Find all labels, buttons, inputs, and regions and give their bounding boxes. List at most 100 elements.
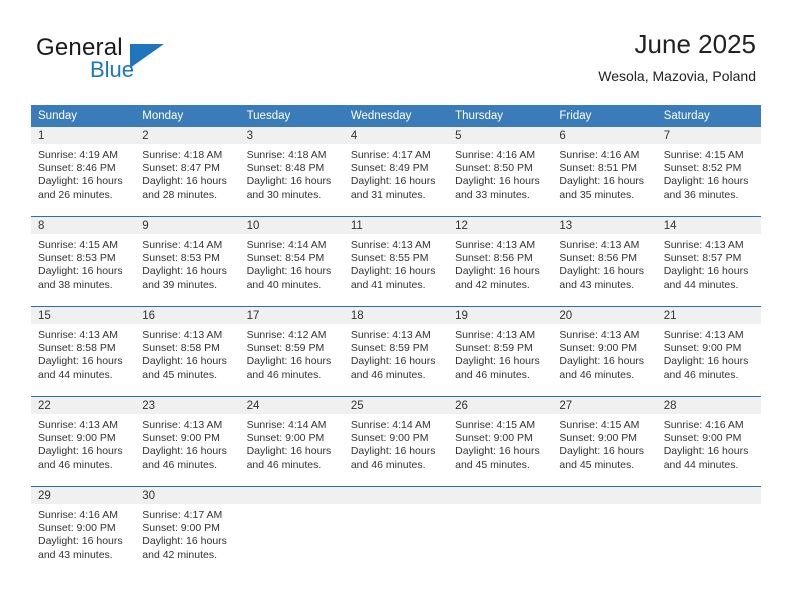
calendar-day-cell[interactable]: 11 Sunrise: 4:13 AM Sunset: 8:55 PM Dayligh…	[343, 216, 449, 307]
calendar-day-cell[interactable]: 3 Sunrise: 4:18 AM Sunset: 8:48 PM Daylight…	[239, 127, 344, 217]
calendar-day-cell[interactable]: 19 Sunrise: 4:13 AM Sunset: 8:59 PM Dayligh…	[448, 306, 553, 397]
day-sun-info: Sunrise: 4:14 AM Sunset: 8:53 PM Daylight:…	[135, 234, 239, 292]
sunset-text: Sunset: 9:00 PM	[38, 522, 116, 535]
calendar-day-content: 29 Sunrise: 4:16 AM Sunset: 9:00 PM Dayligh…	[31, 487, 136, 576]
daylight-text: Daylight: 16 hours and 39 minutes.	[142, 265, 227, 291]
calendar-day-cell[interactable]	[552, 486, 657, 576]
day-number: 16	[135, 307, 240, 324]
sunrise-text: Sunrise: 4:18 AM	[142, 149, 223, 161]
calendar-day-cell[interactable]: 7 Sunrise: 4:15 AM Sunset: 8:52 PM Daylight…	[656, 127, 761, 217]
calendar-day-cell[interactable]: 21 Sunrise: 4:13 AM Sunset: 9:00 PM Dayligh…	[656, 306, 761, 397]
sunset-text: Sunset: 8:59 PM	[246, 342, 325, 355]
day-number: 14	[656, 217, 761, 234]
day-sun-info: Sunrise: 4:18 AM Sunset: 8:47 PM Daylight:…	[135, 144, 239, 202]
weekday-header-saturday: Saturday	[656, 105, 761, 127]
calendar-day-cell[interactable]: 23 Sunrise: 4:13 AM Sunset: 9:00 PM Dayligh…	[135, 396, 240, 487]
day-number: 18	[343, 307, 449, 324]
sunrise-text: Sunrise: 4:19 AM	[38, 149, 118, 161]
calendar-day-cell[interactable]: 10 Sunrise: 4:14 AM Sunset: 8:54 PM Dayligh…	[239, 216, 344, 307]
calendar-day-cell[interactable]: 20 Sunrise: 4:13 AM Sunset: 9:00 PM Dayligh…	[552, 306, 657, 397]
calendar-day-empty	[448, 487, 553, 576]
calendar-day-cell[interactable]: 5 Sunrise: 4:16 AM Sunset: 8:50 PM Daylight…	[448, 127, 553, 217]
title-block: June 2025 Wesola, Mazovia, Poland	[598, 28, 756, 85]
calendar-day-cell[interactable]: 22 Sunrise: 4:13 AM Sunset: 9:00 PM Dayligh…	[31, 396, 136, 487]
day-sun-info: Sunrise: 4:13 AM Sunset: 8:58 PM Daylight:…	[31, 324, 135, 382]
calendar-day-cell[interactable]: 18 Sunrise: 4:13 AM Sunset: 8:59 PM Dayligh…	[343, 306, 449, 397]
daylight-text: Daylight: 16 hours and 46 minutes.	[350, 355, 436, 381]
day-number	[552, 487, 657, 504]
calendar-week-row: 22 Sunrise: 4:13 AM Sunset: 9:00 PM Dayligh…	[31, 396, 761, 487]
calendar-day-cell[interactable]: 28 Sunrise: 4:16 AM Sunset: 9:00 PM Dayligh…	[656, 396, 761, 487]
calendar-day-empty	[239, 487, 344, 576]
calendar-day-cell[interactable]: 27 Sunrise: 4:15 AM Sunset: 9:00 PM Dayligh…	[552, 396, 657, 487]
calendar-day-cell[interactable]: 29 Sunrise: 4:16 AM Sunset: 9:00 PM Dayligh…	[31, 486, 136, 576]
triangle-flag-icon	[130, 44, 164, 68]
day-number: 29	[31, 487, 136, 504]
sunrise-text: Sunrise: 4:14 AM	[246, 239, 327, 251]
calendar-day-cell[interactable]: 17 Sunrise: 4:12 AM Sunset: 8:59 PM Dayligh…	[239, 306, 344, 397]
day-number: 5	[448, 127, 553, 144]
daylight-text: Daylight: 16 hours and 30 minutes.	[246, 175, 332, 201]
daylight-text: Daylight: 16 hours and 42 minutes.	[142, 535, 227, 561]
daylight-text: Daylight: 16 hours and 40 minutes.	[246, 265, 332, 291]
location-subtitle: Wesola, Mazovia, Poland	[598, 68, 756, 84]
calendar-day-cell[interactable]: 9 Sunrise: 4:14 AM Sunset: 8:53 PM Daylight…	[135, 216, 240, 307]
calendar-day-cell[interactable]: 24 Sunrise: 4:14 AM Sunset: 9:00 PM Dayligh…	[239, 396, 344, 487]
daylight-text: Daylight: 16 hours and 46 minutes.	[38, 445, 123, 471]
calendar-day-cell[interactable]	[343, 486, 449, 576]
day-number: 10	[239, 217, 344, 234]
calendar-day-cell[interactable]	[239, 486, 344, 576]
calendar-day-content: 26 Sunrise: 4:15 AM Sunset: 9:00 PM Dayligh…	[448, 397, 553, 486]
calendar-day-content: 20 Sunrise: 4:13 AM Sunset: 9:00 PM Dayligh…	[552, 307, 657, 396]
daylight-text: Daylight: 16 hours and 33 minutes.	[455, 175, 540, 201]
sunrise-text: Sunrise: 4:13 AM	[663, 329, 744, 341]
weekday-header-sunday: Sunday	[31, 105, 136, 127]
calendar-day-cell[interactable]: 30 Sunrise: 4:17 AM Sunset: 9:00 PM Dayligh…	[135, 486, 240, 576]
calendar-day-cell[interactable]: 14 Sunrise: 4:13 AM Sunset: 8:57 PM Dayligh…	[656, 216, 761, 307]
calendar-day-cell[interactable]: 6 Sunrise: 4:16 AM Sunset: 8:51 PM Daylight…	[552, 127, 657, 217]
calendar-day-content: 13 Sunrise: 4:13 AM Sunset: 8:56 PM Dayligh…	[552, 217, 657, 306]
day-number: 19	[448, 307, 553, 324]
daylight-text: Daylight: 16 hours and 45 minutes.	[455, 445, 540, 471]
calendar-day-cell[interactable]: 26 Sunrise: 4:15 AM Sunset: 9:00 PM Dayligh…	[448, 396, 553, 487]
sunrise-text: Sunrise: 4:13 AM	[350, 329, 431, 341]
calendar-day-cell[interactable]	[448, 486, 553, 576]
day-sun-info: Sunrise: 4:19 AM Sunset: 8:46 PM Daylight:…	[31, 144, 135, 202]
calendar-day-cell[interactable]: 8 Sunrise: 4:15 AM Sunset: 8:53 PM Daylight…	[31, 216, 136, 307]
calendar-day-content: 22 Sunrise: 4:13 AM Sunset: 9:00 PM Dayligh…	[31, 397, 136, 486]
calendar-day-content: 7 Sunrise: 4:15 AM Sunset: 8:52 PM Daylight…	[656, 127, 761, 216]
calendar-day-empty	[552, 487, 657, 576]
weekday-header-thursday: Thursday	[448, 105, 553, 127]
calendar-day-cell[interactable]: 16 Sunrise: 4:13 AM Sunset: 8:58 PM Dayligh…	[135, 306, 240, 397]
daylight-text: Daylight: 16 hours and 41 minutes.	[350, 265, 436, 291]
day-sun-info: Sunrise: 4:15 AM Sunset: 9:00 PM Daylight:…	[552, 414, 656, 472]
weekday-header-friday: Friday	[552, 105, 657, 127]
calendar-day-cell[interactable]: 15 Sunrise: 4:13 AM Sunset: 8:58 PM Dayligh…	[31, 306, 136, 397]
calendar-day-cell[interactable]: 13 Sunrise: 4:13 AM Sunset: 8:56 PM Dayligh…	[552, 216, 657, 307]
calendar-day-content: 24 Sunrise: 4:14 AM Sunset: 9:00 PM Dayligh…	[239, 397, 344, 486]
sunset-text: Sunset: 8:57 PM	[663, 252, 742, 265]
day-sun-info: Sunrise: 4:18 AM Sunset: 8:48 PM Daylight:…	[240, 144, 344, 202]
calendar-day-content: 5 Sunrise: 4:16 AM Sunset: 8:50 PM Daylight…	[448, 127, 553, 216]
sunrise-text: Sunrise: 4:16 AM	[38, 509, 118, 521]
daylight-text: Daylight: 16 hours and 38 minutes.	[38, 265, 123, 291]
sunset-text: Sunset: 9:00 PM	[559, 342, 638, 355]
sunrise-text: Sunrise: 4:15 AM	[38, 239, 118, 251]
calendar-day-cell[interactable]: 12 Sunrise: 4:13 AM Sunset: 8:56 PM Dayligh…	[448, 216, 553, 307]
sunrise-text: Sunrise: 4:12 AM	[246, 329, 327, 341]
calendar-body: 1 Sunrise: 4:19 AM Sunset: 8:46 PM Daylight…	[31, 127, 761, 576]
day-sun-info: Sunrise: 4:13 AM Sunset: 8:56 PM Daylight:…	[552, 234, 656, 292]
brand-logo[interactable]: General Blue	[36, 34, 266, 90]
sunrise-text: Sunrise: 4:15 AM	[663, 149, 744, 161]
calendar-day-cell[interactable]: 1 Sunrise: 4:19 AM Sunset: 8:46 PM Daylight…	[31, 127, 136, 217]
calendar-day-cell[interactable]: 25 Sunrise: 4:14 AM Sunset: 9:00 PM Dayligh…	[343, 396, 449, 487]
daylight-text: Daylight: 16 hours and 28 minutes.	[142, 175, 227, 201]
day-number: 12	[448, 217, 553, 234]
calendar-day-content: 6 Sunrise: 4:16 AM Sunset: 8:51 PM Daylight…	[552, 127, 657, 216]
day-sun-info: Sunrise: 4:12 AM Sunset: 8:59 PM Daylight:…	[240, 324, 344, 382]
calendar-day-cell[interactable]: 4 Sunrise: 4:17 AM Sunset: 8:49 PM Daylight…	[343, 127, 449, 217]
day-number: 13	[552, 217, 657, 234]
calendar-day-cell[interactable]	[656, 486, 761, 576]
day-sun-info: Sunrise: 4:13 AM Sunset: 8:55 PM Daylight:…	[344, 234, 448, 292]
calendar-day-cell[interactable]: 2 Sunrise: 4:18 AM Sunset: 8:47 PM Daylight…	[135, 127, 240, 217]
